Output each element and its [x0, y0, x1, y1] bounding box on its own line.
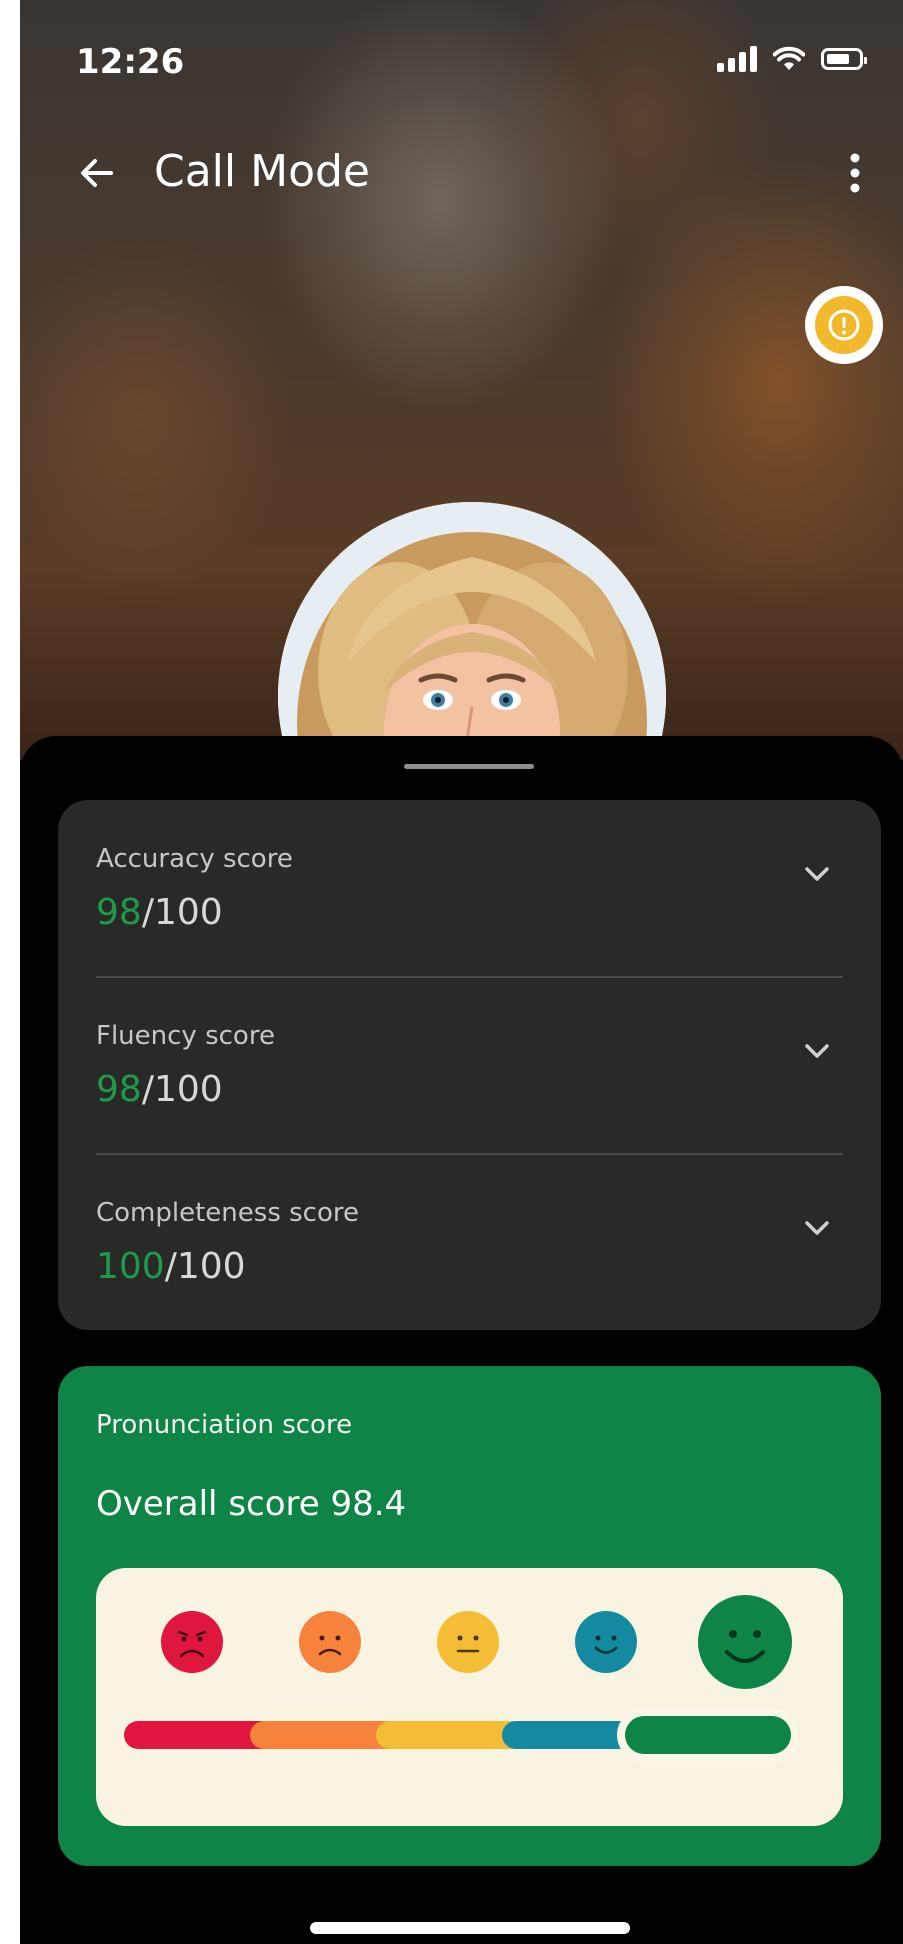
results-sheet: Accuracy score 98/100 Fluency score 98/1… [20, 736, 903, 1944]
scores-card: Accuracy score 98/100 Fluency score 98/1… [58, 800, 881, 1330]
sheet-drag-handle[interactable] [404, 764, 534, 769]
neutral-face-icon [437, 1611, 499, 1673]
very-sad-face-icon [161, 1611, 223, 1673]
cellular-signal-icon [717, 46, 757, 72]
back-arrow-icon [81, 159, 113, 187]
scale-segment-red [124, 1721, 264, 1749]
smile-face-icon [575, 1611, 637, 1673]
page-title: Call Mode [154, 146, 371, 197]
chevron-down-icon[interactable] [801, 858, 833, 890]
sad-face-icon [299, 1611, 361, 1673]
phone-screen: 12:26 Call Mode Accuracy score 98/100 Fl… [20, 0, 903, 1944]
score-row-completeness[interactable]: Completeness score 100/100 [58, 1154, 881, 1331]
alert-button[interactable] [805, 286, 883, 364]
more-vertical-icon [850, 153, 860, 193]
more-options-button[interactable] [833, 148, 877, 198]
status-icons [717, 46, 867, 72]
score-value: 98/100 [96, 892, 223, 933]
scale-segment-green-active [625, 1716, 791, 1754]
battery-icon [821, 48, 867, 70]
pronunciation-card: Pronunciation score Overall score 98.4 [58, 1366, 881, 1866]
score-value: 98/100 [96, 1069, 223, 1110]
score-row-accuracy[interactable]: Accuracy score 98/100 [58, 800, 881, 977]
score-label: Fluency score [96, 1021, 275, 1051]
score-row-fluency[interactable]: Fluency score 98/100 [58, 977, 881, 1154]
score-value: 100/100 [96, 1246, 246, 1287]
chevron-down-icon[interactable] [801, 1035, 833, 1067]
score-label: Completeness score [96, 1198, 359, 1228]
scale-segment-yellow [376, 1721, 516, 1749]
score-label: Accuracy score [96, 844, 293, 874]
wifi-icon [773, 46, 805, 70]
exclamation-circle-icon [828, 309, 860, 341]
pronunciation-label: Pronunciation score [96, 1410, 353, 1440]
happy-face-icon [698, 1595, 792, 1689]
back-button[interactable] [72, 148, 122, 198]
score-meter [96, 1568, 843, 1826]
scale-segment-teal [502, 1721, 642, 1749]
overall-score: Overall score 98.4 [96, 1484, 407, 1524]
home-indicator[interactable] [310, 1922, 630, 1934]
status-time: 12:26 [76, 42, 185, 82]
chevron-down-icon[interactable] [801, 1212, 833, 1244]
scale-segment-orange [250, 1721, 390, 1749]
